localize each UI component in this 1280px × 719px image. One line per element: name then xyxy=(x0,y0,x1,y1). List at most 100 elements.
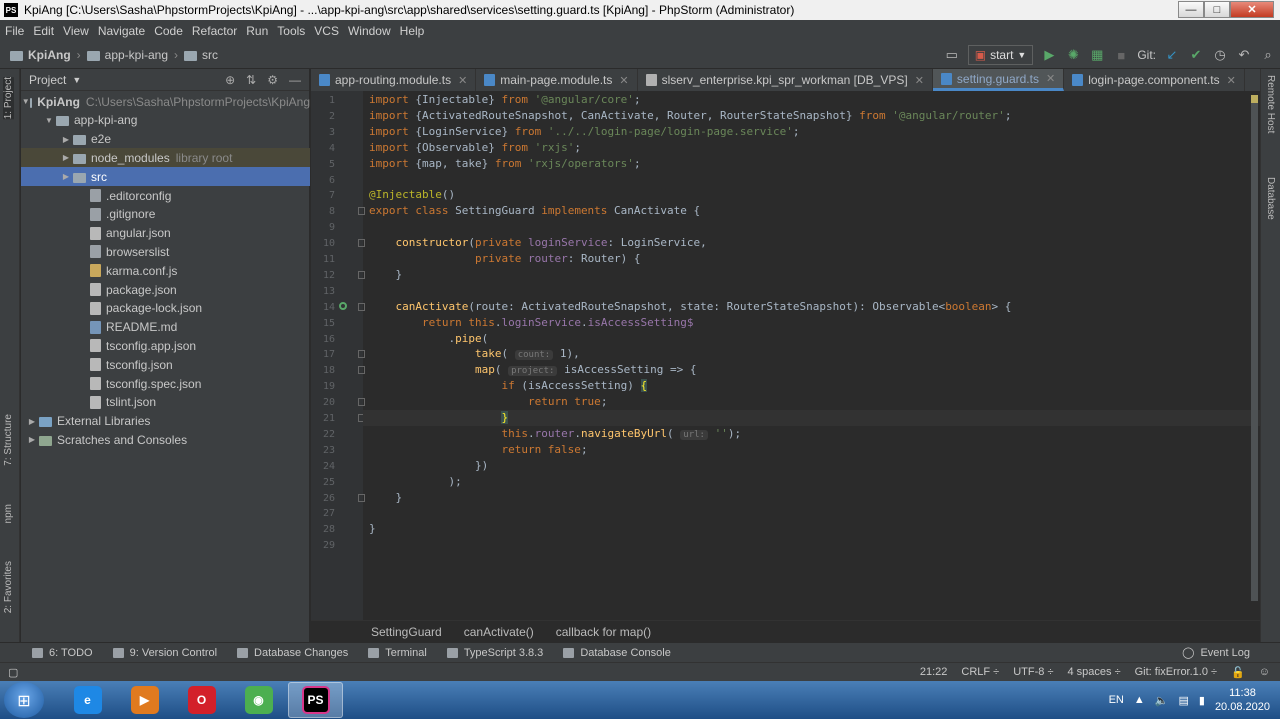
close-tab-icon[interactable]: ✕ xyxy=(458,74,467,87)
code-line[interactable]: import {LoginService} from '../../login-… xyxy=(369,124,800,140)
taskbar-media-player[interactable]: ▶ xyxy=(117,682,172,718)
fold-marker-icon[interactable] xyxy=(358,350,365,359)
expand-right-icon[interactable]: ▶ xyxy=(25,435,39,444)
tree-item[interactable]: ▼ KpiAng C:\Users\Sasha\PhpstormProjects\K… xyxy=(21,92,310,111)
code-breadcrumb-method[interactable]: canActivate() xyxy=(464,625,534,639)
taskbar-opera[interactable]: O xyxy=(174,682,229,718)
hide-icon[interactable]: — xyxy=(289,73,301,87)
search-icon[interactable]: ⌕ xyxy=(1260,47,1276,63)
tree-item[interactable]: package-lock.json xyxy=(21,299,310,318)
code-line[interactable]: import {ActivatedRouteSnapshot, CanActiv… xyxy=(369,108,1011,124)
menu-navigate[interactable]: Navigate xyxy=(98,24,145,38)
menu-window[interactable]: Window xyxy=(348,24,391,38)
tree-item[interactable]: ▶ e2e xyxy=(21,130,310,149)
minimize-button[interactable]: — xyxy=(1178,1,1204,18)
taskbar-phpstorm[interactable]: PS xyxy=(288,682,343,718)
menu-run[interactable]: Run xyxy=(246,24,268,38)
tool-tab-npm[interactable]: npm xyxy=(3,504,14,523)
tree-item[interactable]: ▶ src xyxy=(21,167,310,187)
debug-icon[interactable]: ✺ xyxy=(1065,47,1081,63)
battery-icon[interactable]: ▮ xyxy=(1199,694,1205,707)
tab-setting-guard[interactable]: setting.guard.ts ✕ xyxy=(932,69,1065,91)
menu-refactor[interactable]: Refactor xyxy=(192,24,237,38)
menu-file[interactable]: File xyxy=(5,24,24,38)
tool-tab-structure[interactable]: 7: Structure xyxy=(3,414,14,466)
code-line[interactable]: return false; xyxy=(369,442,587,458)
expand-right-icon[interactable]: ▶ xyxy=(59,153,73,162)
code-line[interactable]: canActivate(route: ActivatedRouteSnapsho… xyxy=(369,299,1012,315)
rollback-icon[interactable]: ↶ xyxy=(1236,47,1252,63)
tool-todo[interactable]: 6: TODO xyxy=(32,647,93,659)
code-breadcrumb-class[interactable]: SettingGuard xyxy=(371,625,442,639)
tree-item[interactable]: .gitignore xyxy=(21,205,310,224)
network-icon[interactable]: ▤ xyxy=(1178,694,1188,707)
tool-event-log[interactable]: ◯ Event Log xyxy=(1182,646,1250,660)
menu-tools[interactable]: Tools xyxy=(277,24,305,38)
tool-terminal[interactable]: Terminal xyxy=(368,647,427,659)
code-breadcrumb-callback[interactable]: callback for map() xyxy=(556,625,651,639)
tree-item[interactable]: tsconfig.spec.json xyxy=(21,374,310,393)
close-button[interactable]: ✕ xyxy=(1230,1,1274,18)
expand-down-icon[interactable]: ▼ xyxy=(22,97,30,106)
close-tab-icon[interactable]: ✕ xyxy=(915,74,924,87)
code-line[interactable]: constructor(private loginService: LoginS… xyxy=(369,235,707,251)
fold-marker-icon[interactable] xyxy=(358,270,365,279)
code-line[interactable]: } xyxy=(369,490,402,506)
tree-item[interactable]: .editorconfig xyxy=(21,186,310,205)
chevron-down-icon[interactable]: ▼ xyxy=(72,75,81,85)
tree-item[interactable]: browserslist xyxy=(21,242,310,261)
scroll-thumb[interactable] xyxy=(1251,103,1258,601)
menu-vcs[interactable]: VCS xyxy=(314,24,339,38)
fold-marker-icon[interactable] xyxy=(358,302,365,311)
project-view-select[interactable]: Project xyxy=(29,73,66,87)
code-line[interactable]: map( project: isAccessSetting => { xyxy=(369,362,697,378)
git-commit-icon[interactable]: ✔ xyxy=(1188,47,1204,63)
fold-marker-icon[interactable] xyxy=(358,207,365,216)
code-line[interactable]: return true; xyxy=(369,394,607,410)
lock-icon[interactable]: 🔓 xyxy=(1231,666,1245,679)
tool-tab-database[interactable]: Database xyxy=(1265,177,1276,220)
code-line[interactable]: import {Observable} from 'rxjs'; xyxy=(369,140,581,156)
menu-help[interactable]: Help xyxy=(400,24,425,38)
close-tab-icon[interactable]: ✕ xyxy=(1046,72,1055,85)
tree-item[interactable]: karma.conf.js xyxy=(21,261,310,280)
tree-item[interactable]: angular.json xyxy=(21,224,310,243)
code-line[interactable]: } xyxy=(369,521,376,537)
history-icon[interactable]: ◷ xyxy=(1212,47,1228,63)
tool-tab-favorites[interactable]: 2: Favorites xyxy=(3,561,14,613)
run-configuration-select[interactable]: ▣ start ▼ xyxy=(967,45,1034,65)
tree-item[interactable]: package.json xyxy=(21,280,310,299)
menu-code[interactable]: Code xyxy=(154,24,183,38)
warning-marker[interactable] xyxy=(1251,95,1258,103)
tree-item[interactable]: tslint.json xyxy=(21,393,310,412)
code-line[interactable]: import {map, take} from 'rxjs/operators'… xyxy=(369,156,641,172)
tree-item[interactable]: ▼ app-kpi-ang xyxy=(21,111,310,130)
gear-icon[interactable]: ⚙ xyxy=(267,73,278,87)
collapse-all-icon[interactable]: ⇅ xyxy=(246,73,256,87)
code-line[interactable]: this.router.navigateByUrl( url: ''); xyxy=(369,426,741,442)
coverage-icon[interactable]: ▦ xyxy=(1089,47,1105,63)
tool-tab-project[interactable]: 1: Project xyxy=(3,77,14,120)
code-line[interactable]: export class SettingGuard implements Can… xyxy=(369,203,700,219)
expand-right-icon[interactable]: ▶ xyxy=(59,135,73,144)
tab-db-table[interactable]: slserv_enterprise.kpi_spr_workman [DB_VP… xyxy=(638,69,933,91)
breadcrumb-module[interactable]: app-kpi-ang xyxy=(86,48,168,62)
fold-marker-icon[interactable] xyxy=(358,239,365,248)
tree-item[interactable]: README.md xyxy=(21,318,310,337)
expand-right-icon[interactable]: ▶ xyxy=(59,172,73,181)
breadcrumb-src[interactable]: src xyxy=(184,48,218,62)
breadcrumb-project[interactable]: KpiAng xyxy=(10,48,71,62)
expand-right-icon[interactable]: ▶ xyxy=(25,417,39,426)
caret-position[interactable]: 21:22 xyxy=(920,666,948,678)
close-tab-icon[interactable]: ✕ xyxy=(1227,74,1236,87)
code-line[interactable]: .pipe( xyxy=(369,331,488,347)
run-icon[interactable]: ▶ xyxy=(1041,47,1057,63)
start-button[interactable]: ⊞ xyxy=(4,682,44,718)
code-line[interactable]: }) xyxy=(369,458,488,474)
close-tab-icon[interactable]: ✕ xyxy=(619,74,628,87)
line-separator[interactable]: CRLF ÷ xyxy=(961,666,999,678)
code-line[interactable]: return this.loginService.isAccessSetting… xyxy=(369,315,694,331)
taskbar-ie[interactable]: e xyxy=(60,682,115,718)
implements-method-icon[interactable] xyxy=(339,301,347,310)
stop-icon[interactable]: ■ xyxy=(1113,47,1129,63)
